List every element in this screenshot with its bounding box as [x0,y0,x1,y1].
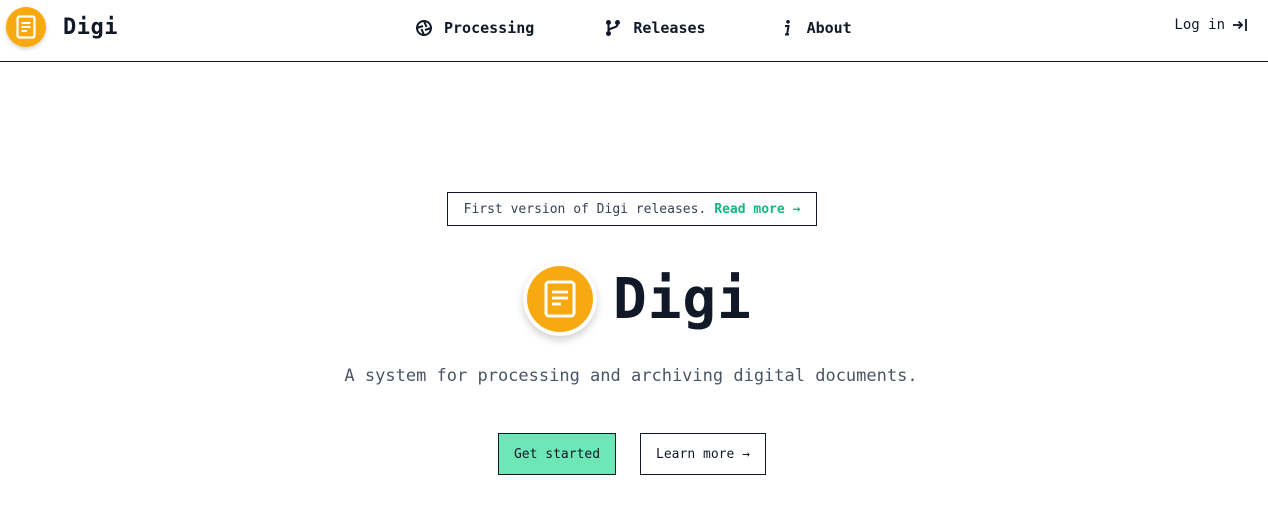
hero-title: Digi [523,261,752,337]
aperture-icon [415,19,433,37]
nav-label: About [806,19,852,37]
hero-tagline: A system for processing and archiving di… [344,366,918,386]
announcement-banner: First version of Digi releases. Read mor… [447,192,817,226]
brand-name: Digi [63,14,118,40]
nav-item-releases[interactable]: Releases [604,19,706,37]
login-arrow-icon [1232,17,1248,33]
login-link[interactable]: Log in [1174,17,1248,33]
info-icon [778,19,796,37]
hero-heading: Digi [613,266,752,332]
main-nav: Processing Releases About [415,16,852,40]
get-started-button[interactable]: Get started [498,433,616,475]
nav-label: Releases [633,19,706,37]
brand-home-link[interactable]: Digi [6,7,118,47]
announcement-text: First version of Digi releases. [463,201,707,217]
nav-item-processing[interactable]: Processing [415,19,534,37]
document-logo-icon [523,262,597,336]
nav-item-about[interactable]: About [778,19,852,37]
git-branch-icon [604,19,622,37]
top-navigation-bar: Digi Processing Releases About Log in [0,0,1268,62]
document-logo-icon [6,7,46,47]
read-more-link[interactable]: Read more → [714,202,800,217]
login-label: Log in [1174,17,1225,33]
nav-label: Processing [444,19,535,37]
learn-more-button[interactable]: Learn more → [640,433,766,475]
